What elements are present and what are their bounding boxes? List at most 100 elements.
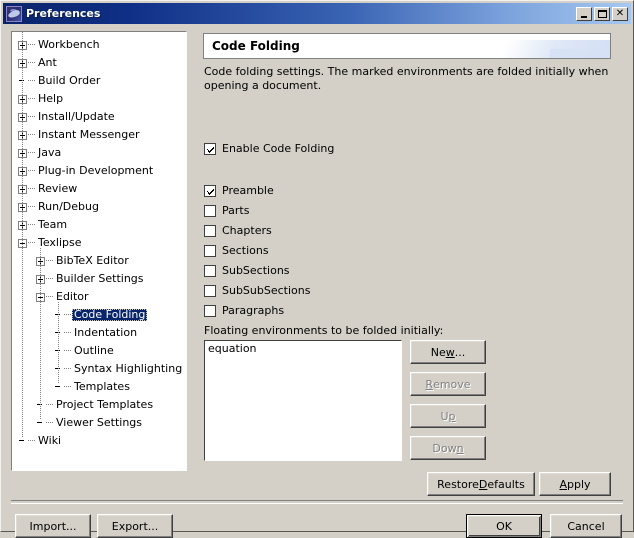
- banner-gradient-tail: [550, 49, 610, 58]
- restore-defaults-button[interactable]: Restore Defaults: [427, 472, 535, 496]
- tree-connector: [64, 368, 71, 370]
- window-controls: ✕: [576, 6, 628, 21]
- environment-row-parts[interactable]: Parts: [204, 201, 310, 221]
- import-button[interactable]: Import...: [15, 514, 91, 538]
- checkbox-label-subsubsections: SubSubSections: [222, 284, 311, 297]
- tree-connector: [46, 296, 53, 298]
- tree-connector: [28, 62, 35, 64]
- tree-item-label: Code Folding: [72, 308, 148, 321]
- checkbox-chapters[interactable]: [204, 225, 216, 237]
- tree-item-texlipse[interactable]: Texlipse: [12, 234, 186, 252]
- enable-code-folding-row[interactable]: Enable Code Folding: [204, 141, 334, 157]
- checkbox-subsections[interactable]: [204, 265, 216, 277]
- tree-connector: [28, 152, 35, 154]
- cancel-button[interactable]: Cancel: [550, 514, 622, 538]
- tree-item-label: Project Templates: [56, 398, 154, 411]
- tree-item-wiki[interactable]: Wiki: [12, 432, 186, 450]
- floating-environments-listbox[interactable]: equation: [204, 340, 402, 461]
- close-icon: ✕: [615, 7, 625, 19]
- apply-button[interactable]: Apply: [539, 472, 611, 496]
- tree-item-label: Templates: [74, 380, 130, 393]
- maximize-icon: [597, 9, 607, 18]
- tree-item-label: Install/Update: [38, 110, 115, 123]
- maximize-button[interactable]: [594, 6, 610, 21]
- tree-item-workbench[interactable]: Workbench: [12, 36, 186, 54]
- tree-item-build-order[interactable]: Build Order: [12, 72, 186, 90]
- tree-item-indentation[interactable]: Indentation: [12, 324, 186, 342]
- tree-guide-line: [22, 32, 23, 437]
- checkbox-label-paragraphs: Paragraphs: [222, 304, 285, 317]
- environment-row-paragraphs[interactable]: Paragraphs: [204, 301, 310, 321]
- tree-item-team[interactable]: Team: [12, 216, 186, 234]
- tree-connector: [28, 134, 35, 136]
- enable-code-folding-label: Enable Code Folding: [222, 142, 335, 155]
- tree-guide-line: [58, 302, 59, 383]
- tree-item-java[interactable]: Java: [12, 144, 186, 162]
- tree-item-templates[interactable]: Templates: [12, 378, 186, 396]
- enable-code-folding-checkbox[interactable]: [204, 143, 216, 155]
- tree-item-label: Run/Debug: [38, 200, 99, 213]
- tree-item-ant[interactable]: Ant: [12, 54, 186, 72]
- new-button[interactable]: Ne w...: [410, 340, 486, 364]
- checkbox-label-preamble: Preamble: [222, 184, 274, 197]
- environment-row-subsubsections[interactable]: SubSubSections: [204, 281, 310, 301]
- tree-item-label: Review: [38, 182, 78, 195]
- checkbox-label-parts: Parts: [222, 204, 250, 217]
- tree-item-viewer-settings[interactable]: Viewer Settings: [12, 414, 186, 432]
- tree-item-project-templates[interactable]: Project Templates: [12, 396, 186, 414]
- tree-connector: [64, 386, 71, 388]
- preferences-app-icon: [6, 5, 22, 22]
- floating-environments-label: Floating environments to be folded initi…: [204, 324, 444, 337]
- tree-item-help[interactable]: Help: [12, 90, 186, 108]
- tree-connector: [64, 332, 71, 334]
- tree-item-label: BibTeX Editor: [56, 254, 129, 267]
- tree-item-instant-messenger[interactable]: Instant Messenger: [12, 126, 186, 144]
- page-description: Code folding settings. The marked enviro…: [204, 65, 609, 92]
- checkbox-label-sections: Sections: [222, 244, 269, 257]
- tree-item-bibtex-editor[interactable]: BibTeX Editor: [12, 252, 186, 270]
- environment-row-sections[interactable]: Sections: [204, 241, 310, 261]
- close-button[interactable]: ✕: [612, 6, 628, 21]
- tree-item-syntax-highlighting[interactable]: Syntax Highlighting: [12, 360, 186, 378]
- tree-item-outline[interactable]: Outline: [12, 342, 186, 360]
- tree-connector: [28, 224, 35, 226]
- tree-item-label: Viewer Settings: [56, 416, 143, 429]
- tree-item-plug-in-development[interactable]: Plug-in Development: [12, 162, 186, 180]
- checkbox-paragraphs[interactable]: [204, 305, 216, 317]
- checkbox-parts[interactable]: [204, 205, 216, 217]
- preferences-tree[interactable]: Workbench Ant Build Order Help Install/Updat…: [11, 31, 187, 471]
- title-bar[interactable]: Preferences ✕: [3, 3, 631, 24]
- environment-row-preamble[interactable]: Preamble: [204, 181, 310, 201]
- tree-item-install-update[interactable]: Install/Update: [12, 108, 186, 126]
- tree-connector: [28, 188, 35, 190]
- listbox-item[interactable]: equation: [205, 341, 401, 356]
- tree-item-label: Java: [38, 146, 62, 159]
- tree-connector: [28, 98, 35, 100]
- tree-leaf-stub-icon: [18, 437, 27, 446]
- tree-item-builder-settings[interactable]: Builder Settings: [12, 270, 186, 288]
- tree-item-code-folding[interactable]: Code Folding: [12, 306, 186, 324]
- tree-connector: [28, 440, 35, 442]
- tree-item-label: Team: [38, 218, 68, 231]
- checkbox-sections[interactable]: [204, 245, 216, 257]
- tree-item-editor[interactable]: Editor: [12, 288, 186, 306]
- tree-connector: [46, 422, 53, 424]
- checkbox-label-chapters: Chapters: [222, 224, 272, 237]
- ok-button[interactable]: OK: [466, 514, 542, 538]
- tree-item-run-debug[interactable]: Run/Debug: [12, 198, 186, 216]
- tree-guide-line: [40, 248, 41, 419]
- checkbox-label-subsections: SubSections: [222, 264, 290, 277]
- minimize-button[interactable]: [576, 6, 592, 21]
- tree-leaf-stub-icon: [36, 419, 45, 428]
- checkbox-subsubsections[interactable]: [204, 285, 216, 297]
- checkbox-preamble[interactable]: [204, 185, 216, 197]
- dialog-client-area: Workbench Ant Build Order Help Install/Updat…: [3, 25, 631, 538]
- environment-row-chapters[interactable]: Chapters: [204, 221, 310, 241]
- tree-item-label: Syntax Highlighting: [74, 362, 183, 375]
- export-button[interactable]: Export...: [97, 514, 173, 538]
- tree-connector: [28, 44, 35, 46]
- tree-connector: [28, 206, 35, 208]
- tree-item-review[interactable]: Review: [12, 180, 186, 198]
- down-button: Dow n: [410, 436, 486, 460]
- environment-row-subsections[interactable]: SubSections: [204, 261, 310, 281]
